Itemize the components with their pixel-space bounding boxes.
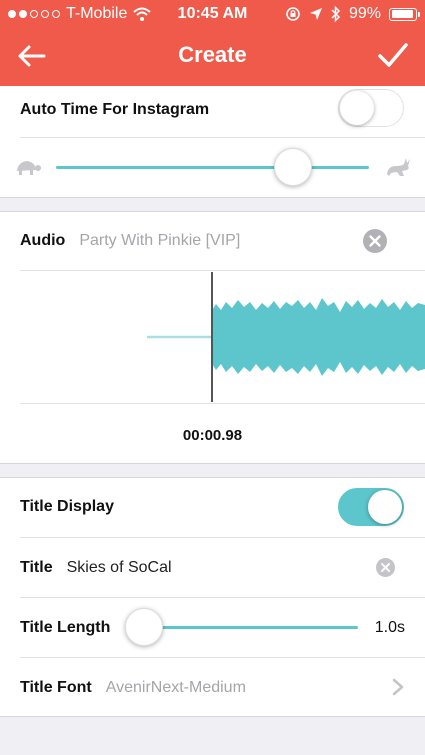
battery-percent: 99% bbox=[348, 5, 381, 22]
audio-section: Audio Party With Pinkie [VIP] 00:00.98 bbox=[0, 211, 425, 464]
toggle-knob bbox=[368, 490, 402, 524]
title-font-label: Title Font bbox=[20, 678, 92, 696]
nav-bar: Create bbox=[0, 28, 425, 86]
auto-time-section: Auto Time For Instagram bbox=[0, 86, 425, 198]
title-length-label: Title Length bbox=[20, 618, 111, 636]
audio-label: Audio bbox=[20, 232, 66, 249]
close-icon bbox=[381, 563, 390, 572]
battery-icon bbox=[389, 7, 420, 21]
clear-title-button[interactable] bbox=[376, 558, 395, 577]
title-length-slider-thumb[interactable] bbox=[125, 608, 163, 646]
checkmark-icon[interactable] bbox=[377, 40, 409, 70]
auto-time-toggle[interactable] bbox=[338, 89, 404, 127]
rabbit-icon bbox=[387, 158, 410, 176]
clear-audio-button[interactable] bbox=[363, 229, 387, 253]
speed-slider-track[interactable] bbox=[56, 166, 369, 169]
title-length-slider-track[interactable] bbox=[144, 626, 358, 629]
turtle-icon bbox=[17, 161, 41, 175]
title-section: Title Display Title Skies of SoCal Title… bbox=[0, 477, 425, 717]
title-input[interactable]: Skies of SoCal bbox=[67, 559, 172, 577]
audio-track-name: Party With Pinkie [VIP] bbox=[79, 232, 241, 249]
page-title: Create bbox=[178, 42, 247, 67]
playhead-line[interactable] bbox=[211, 272, 213, 402]
speed-slider-thumb[interactable] bbox=[274, 148, 312, 186]
title-length-value: 1.0s bbox=[374, 619, 405, 636]
playhead-time: 00:00.98 bbox=[182, 427, 243, 444]
toggle-knob bbox=[340, 91, 374, 125]
title-display-toggle[interactable] bbox=[338, 488, 404, 526]
title-display-label: Title Display bbox=[20, 498, 114, 515]
waveform-shape bbox=[211, 298, 425, 376]
auto-time-label: Auto Time For Instagram bbox=[20, 101, 210, 118]
title-font-value[interactable]: AvenirNext-Medium bbox=[106, 679, 246, 697]
audio-waveform[interactable] bbox=[20, 272, 425, 402]
title-label: Title bbox=[20, 558, 53, 576]
close-icon bbox=[369, 235, 381, 247]
rotation-lock-icon bbox=[286, 7, 300, 21]
status-bar: T-Mobile 10:45 AM 99% bbox=[0, 0, 425, 28]
chevron-right-icon[interactable] bbox=[392, 678, 404, 696]
header: T-Mobile 10:45 AM 99% Create bbox=[0, 0, 425, 86]
bluetooth-icon bbox=[331, 6, 341, 22]
location-icon bbox=[309, 8, 322, 20]
